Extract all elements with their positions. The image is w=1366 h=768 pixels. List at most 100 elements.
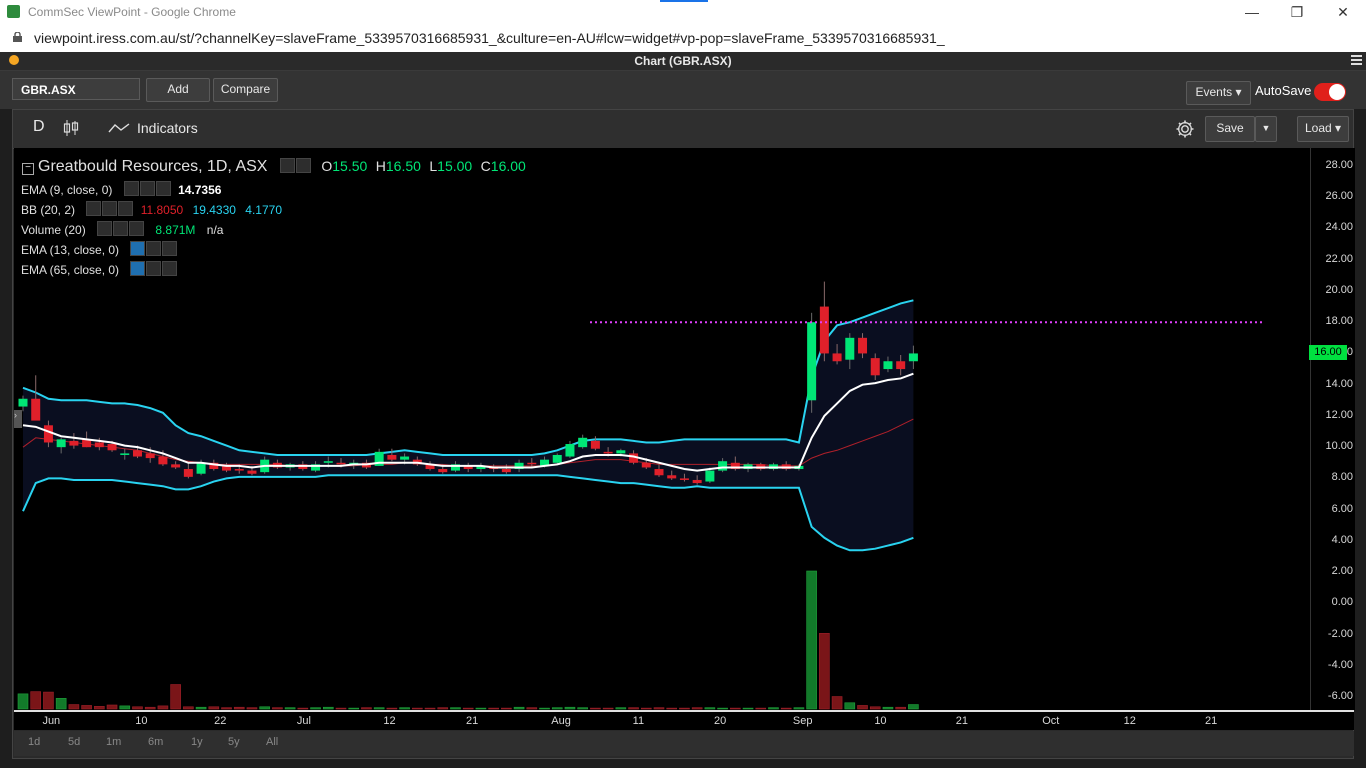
y-tick-label: 14.00 [1325, 377, 1353, 390]
candle-body [641, 462, 651, 468]
autosave-toggle[interactable] [1314, 83, 1346, 101]
candle-body [692, 479, 702, 484]
settings-small-icon[interactable] [295, 158, 311, 173]
candle-body [69, 440, 79, 446]
add-button[interactable]: Add [146, 78, 210, 102]
x-tick-label: Jul [296, 715, 311, 727]
volume-bar [628, 707, 639, 710]
volume-bar [450, 707, 461, 710]
volume-bar [653, 707, 665, 710]
candle-body [590, 440, 600, 449]
volume-bar [348, 707, 360, 710]
candle-body [565, 444, 575, 457]
range-button-1y[interactable]: 1y [191, 736, 203, 748]
candle-body [616, 450, 626, 454]
period-button[interactable]: D [33, 118, 45, 136]
visibility-icon[interactable] [97, 221, 113, 236]
visibility-icon[interactable] [86, 201, 102, 216]
candle-body [883, 361, 893, 370]
settings-small-icon[interactable] [113, 221, 129, 236]
candle-body [858, 337, 868, 354]
candle-body [107, 444, 117, 451]
study-value: 8.871M [155, 223, 196, 237]
range-button-5d[interactable]: 5d [68, 736, 80, 748]
volume-bar [691, 707, 703, 710]
candle-body [43, 425, 53, 443]
browser-title-bar: CommSec ViewPoint - Google Chrome — ❐ ✕ [0, 0, 1366, 24]
volume-bar [297, 707, 309, 710]
low-label: L [429, 158, 438, 174]
indicators-icon[interactable] [108, 122, 130, 134]
volume-bar [908, 704, 919, 710]
volume-bar [577, 707, 588, 710]
volume-bar [94, 706, 105, 710]
volume-bar [717, 707, 728, 710]
remove-study-icon[interactable] [118, 201, 134, 216]
volume-bar [30, 691, 42, 710]
volume-bar [462, 707, 474, 710]
volume-bar [144, 706, 156, 710]
volume-bar [106, 704, 118, 710]
hidden-visibility-icon[interactable] [130, 261, 146, 276]
remove-study-icon[interactable] [162, 261, 178, 276]
hidden-visibility-icon[interactable] [130, 241, 146, 256]
y-tick-label: -2.00 [1327, 627, 1353, 640]
range-button-5y[interactable]: 5y [228, 736, 240, 748]
settings-small-icon[interactable] [139, 181, 155, 196]
candle-body [183, 469, 193, 477]
study-value: n/a [206, 223, 224, 237]
menu-icon[interactable] [1351, 55, 1362, 67]
window-title: CommSec ViewPoint - Google Chrome [28, 5, 236, 19]
remove-study-icon[interactable] [155, 181, 171, 196]
study-name: EMA (13, close, 0) [21, 243, 120, 257]
candle-body [31, 398, 41, 421]
range-button-1d[interactable]: 1d [28, 736, 40, 748]
volume-bar [361, 707, 372, 710]
volume-bar [793, 707, 805, 710]
high-label: H [375, 158, 386, 174]
minimize-button[interactable]: — [1238, 2, 1266, 22]
volume-bar [882, 706, 894, 710]
volume-bar [551, 707, 563, 710]
events-dropdown[interactable]: Events ▾ [1186, 81, 1251, 105]
volume-bar [68, 704, 80, 710]
load-button[interactable]: Load ▾ [1297, 116, 1349, 142]
candle-body [552, 454, 562, 463]
range-button-1m[interactable]: 1m [106, 736, 121, 748]
study-volume: Volume (20) 8.871M n/a [21, 221, 223, 237]
visibility-icon[interactable] [123, 181, 139, 196]
remove-study-icon[interactable] [129, 221, 145, 236]
save-dropdown-button[interactable]: ▼ [1255, 116, 1277, 142]
settings-small-icon[interactable] [146, 261, 162, 276]
remove-study-icon[interactable] [162, 241, 178, 256]
y-tick-label: 2.00 [1331, 565, 1353, 578]
restore-button[interactable]: ❐ [1283, 2, 1311, 22]
symbol-input[interactable]: GBR.ASX [12, 78, 140, 100]
candle-body [336, 462, 346, 465]
price-axis[interactable]: 28.00 26.00 24.00 22.00 20.00 18.00 16.00 14.00… [1310, 148, 1355, 710]
url-text[interactable]: viewpoint.iress.com.au/st/?channelKey=sl… [34, 30, 945, 46]
settings-small-icon[interactable] [146, 241, 162, 256]
volume-bar [322, 706, 334, 710]
gear-icon[interactable] [1174, 118, 1196, 140]
indicators-button[interactable]: Indicators [137, 120, 198, 136]
save-button[interactable]: Save [1205, 116, 1255, 142]
volume-bar [424, 707, 436, 710]
candle-body [679, 478, 689, 480]
compare-button[interactable]: Compare [213, 78, 278, 102]
collapse-legend-icon[interactable]: − [22, 163, 34, 175]
address-bar[interactable]: viewpoint.iress.com.au/st/?channelKey=sl… [0, 24, 1366, 53]
visibility-icon[interactable] [279, 158, 295, 173]
candlestick-type-icon[interactable] [63, 119, 79, 137]
close-window-button[interactable]: ✕ [1329, 2, 1357, 22]
volume-bar [564, 706, 576, 710]
settings-small-icon[interactable] [102, 201, 118, 216]
time-axis[interactable]: Jun 10 22 Jul 12 21 Aug 11 20 Sep 10 21 Oct 12 21 [14, 710, 1354, 730]
collapse-handle-icon[interactable]: › [14, 410, 22, 428]
x-tick-label: Oct [1042, 715, 1060, 727]
y-tick-label: 28.00 [1325, 159, 1353, 171]
range-button-all[interactable]: All [266, 736, 278, 748]
volume-bar [208, 706, 220, 710]
range-button-6m[interactable]: 6m [148, 736, 163, 748]
candle-body [896, 361, 906, 370]
